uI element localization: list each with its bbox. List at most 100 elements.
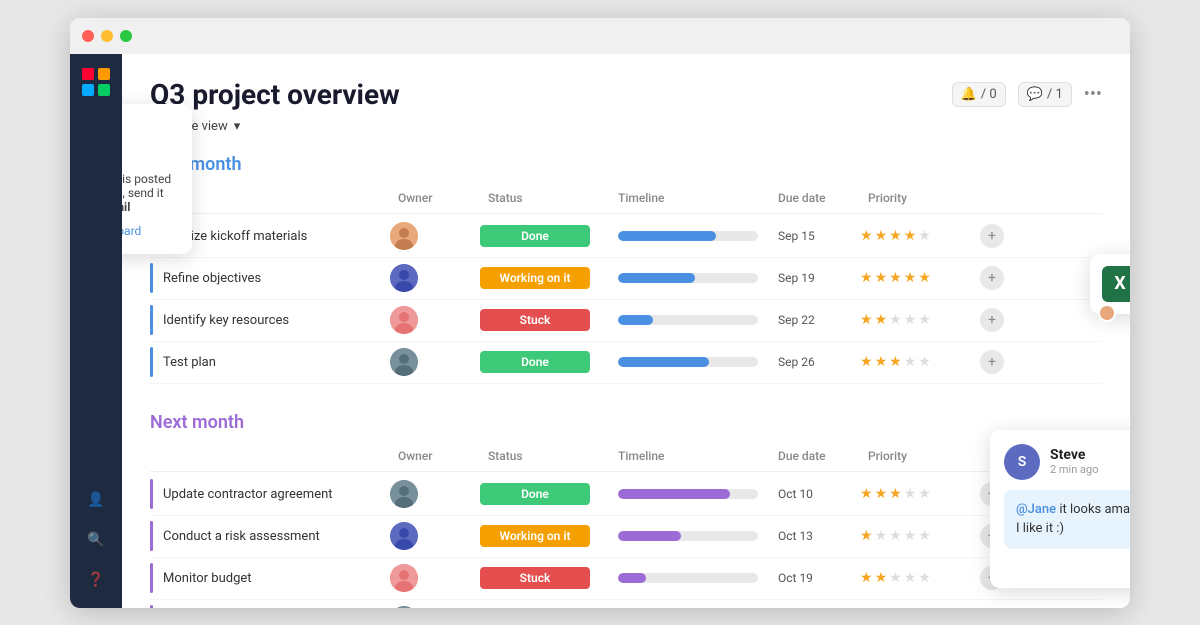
- star-icon: ★: [860, 270, 873, 286]
- timeline-fill: [618, 231, 716, 241]
- task-color-bar: [150, 263, 153, 293]
- priority-stars: ★ ★ ★ ★ ★: [860, 528, 980, 544]
- star-icon: ★: [860, 354, 873, 370]
- task-color-bar: [150, 563, 153, 593]
- gmail-add-to-board[interactable]: + Add to board: [122, 224, 176, 238]
- maximize-dot[interactable]: [120, 30, 132, 42]
- due-date: Oct 13: [770, 529, 860, 543]
- this-month-table-header: Owner Status Timeline Due date Priority: [150, 183, 1102, 214]
- task-name: Update contractor agreement: [163, 487, 333, 502]
- sidebar-item-search[interactable]: 🔍: [80, 524, 112, 556]
- reactions-button[interactable]: 🔔 / 0: [952, 82, 1006, 107]
- timeline-fill: [618, 273, 695, 283]
- timeline-track: [618, 273, 758, 283]
- star-icon: ★: [918, 354, 931, 370]
- timeline-cell: [610, 231, 770, 241]
- owner-cell: [390, 606, 480, 608]
- avatar: [390, 264, 418, 292]
- browser-titlebar: [70, 18, 1130, 54]
- col-timeline: Timeline: [610, 187, 770, 209]
- star-icon: ★: [860, 312, 873, 328]
- next-month-title: Next month: [150, 412, 1102, 433]
- close-dot[interactable]: [82, 30, 94, 42]
- next-month-section: Next month Owner Status Timeline Due dat…: [150, 412, 1102, 608]
- more-options-button[interactable]: •••: [1084, 84, 1102, 105]
- table-row: Develop communication plan Done: [150, 600, 1102, 608]
- col-duedate: Due date: [770, 187, 860, 209]
- comments-button[interactable]: 💬 / 1: [1018, 82, 1072, 107]
- col-owner: Owner: [390, 187, 480, 209]
- comments-count: / 1: [1047, 87, 1063, 102]
- priority-stars: ★ ★ ★ ★ ★: [860, 354, 980, 370]
- header-actions: 🔔 / 0 💬 / 1 •••: [952, 82, 1102, 107]
- col-timeline: Timeline: [610, 445, 770, 467]
- star-icon: ★: [875, 486, 888, 502]
- star-icon: ★: [918, 486, 931, 502]
- sidebar-item-people[interactable]: 👤: [80, 484, 112, 516]
- status-badge: Stuck: [480, 309, 590, 331]
- star-icon: ★: [904, 570, 917, 586]
- sidebar-item-help[interactable]: ❓: [80, 564, 112, 596]
- timeline-track: [618, 531, 758, 541]
- task-color-bar: [150, 347, 153, 377]
- table-view-button[interactable]: ⊞ Table view ▾: [150, 119, 1102, 134]
- star-icon: ★: [904, 486, 917, 502]
- task-name-cell: Identify key resources: [150, 305, 390, 335]
- task-name: Refine objectives: [163, 271, 261, 286]
- status-cell: Stuck: [480, 309, 610, 331]
- status-badge: Done: [480, 351, 590, 373]
- add-column-button[interactable]: +: [980, 224, 1004, 248]
- comment-body: @Jane it looks amazing!I like it :): [1004, 490, 1130, 549]
- commenter-avatar: S: [1004, 444, 1040, 480]
- minimize-dot[interactable]: [101, 30, 113, 42]
- status-badge: Working on it: [480, 525, 590, 547]
- add-column-button[interactable]: +: [980, 266, 1004, 290]
- status-cell: Done: [480, 225, 610, 247]
- sidebar-bottom: 👤 🔍 ❓: [80, 484, 112, 596]
- timeline-fill: [618, 357, 709, 367]
- comment-button[interactable]: Comment: [1004, 559, 1130, 574]
- timeline-fill: [618, 315, 653, 325]
- add-column-button[interactable]: +: [980, 350, 1004, 374]
- timeline-track: [618, 357, 758, 367]
- star-icon: ★: [918, 312, 931, 328]
- gmail-overlay: M When an update is posted in weekly tas…: [122, 104, 192, 254]
- due-date: Sep 22: [770, 313, 860, 327]
- status-badge: Stuck: [480, 567, 590, 589]
- star-icon: ★: [860, 486, 873, 502]
- avatar: [390, 564, 418, 592]
- star-icon: ★: [889, 570, 902, 586]
- star-icon: ★: [904, 270, 917, 286]
- star-icon: ★: [918, 228, 931, 244]
- star-icon: ★: [889, 354, 902, 370]
- task-color-bar: [150, 605, 153, 608]
- star-icon: ★: [875, 528, 888, 544]
- priority-stars: ★ ★ ★ ★ ★: [860, 228, 980, 244]
- timeline-cell: [610, 273, 770, 283]
- star-icon: ★: [889, 486, 902, 502]
- due-date: Sep 26: [770, 355, 860, 369]
- task-name-cell: Develop communication plan: [150, 605, 390, 608]
- timeline-cell: [610, 489, 770, 499]
- timeline-cell: [610, 315, 770, 325]
- comment-meta: Steve 2 min ago: [1050, 447, 1098, 476]
- comment-time: 2 min ago: [1050, 463, 1098, 476]
- due-date: Oct 19: [770, 571, 860, 585]
- owner-cell: [390, 222, 480, 250]
- timeline-fill: [618, 489, 730, 499]
- priority-stars: ★ ★ ★ ★ ★: [860, 312, 980, 328]
- bell-icon: 🔔: [961, 87, 977, 102]
- timeline-fill: [618, 573, 646, 583]
- task-name-cell: Monitor budget: [150, 563, 390, 593]
- comment-overlay: S Steve 2 min ago ⋮ @Jane it looks amazi…: [990, 430, 1130, 588]
- due-date: Sep 19: [770, 271, 860, 285]
- excel-avatar: [1098, 304, 1116, 322]
- gmail-icon: M: [122, 120, 176, 164]
- star-icon: ★: [889, 528, 902, 544]
- task-color-bar: [150, 305, 153, 335]
- timeline-track: [618, 489, 758, 499]
- star-icon: ★: [904, 528, 917, 544]
- priority-stars: ★ ★ ★ ★ ★: [860, 570, 980, 586]
- add-column-button[interactable]: +: [980, 308, 1004, 332]
- star-icon: ★: [904, 228, 917, 244]
